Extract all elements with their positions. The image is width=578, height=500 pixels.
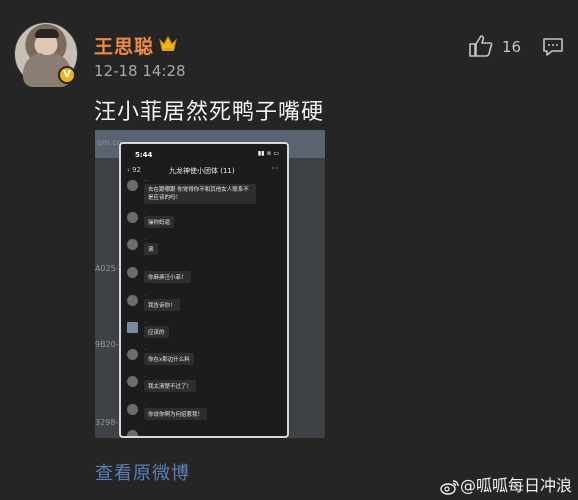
- phone-status-time: 5:44: [135, 151, 153, 159]
- chat-sender-name: ··: [144, 402, 147, 407]
- chat-avatar: [127, 349, 138, 360]
- chat-message: ·· 你说你啊为何招惹我！: [127, 402, 277, 424]
- chat-bubble: 我太清楚不过了！: [144, 380, 197, 392]
- chat-avatar: [127, 267, 138, 278]
- image-side-fragment: A025-: [95, 264, 119, 273]
- image-side-fragment: om.cn: [97, 138, 122, 147]
- post-text: 汪小菲居然死鸭子嘴硬: [94, 100, 325, 125]
- chat-message: ·· 你在x那边什么料: [127, 347, 277, 369]
- chat-message: ··· 应该的: [127, 320, 277, 342]
- chat-bubble: 应该的: [144, 326, 169, 338]
- chat-avatar: [127, 212, 138, 223]
- phone-screenshot: 5:44 ▮▮ ≋ ▭ ‹ 92 九龙神使小团体 (11) ··· ···· 去…: [119, 142, 289, 438]
- chat-avatar: [127, 180, 138, 191]
- chat-message: ·· 我告诉你！: [127, 293, 277, 315]
- chat-bubble: 你麻痹汪小菲！: [144, 271, 191, 283]
- like-count: 16: [502, 38, 522, 56]
- username[interactable]: 王思聪: [94, 32, 154, 59]
- image-side-fragment: 3298-: [95, 418, 119, 427]
- chat-bubble: 我告诉你！: [144, 299, 180, 311]
- chat-more-icon: ···: [271, 164, 279, 173]
- chat-avatar: [127, 295, 138, 306]
- chat-message: ···· 去在跟哪跟 你觉得你不和其他女人联系不是应该的吗！: [127, 178, 277, 206]
- post-image[interactable]: om.cn A025- 9B20- 3298- 5:44 ▮▮ ≋ ▭ ‹ 92…: [95, 130, 325, 438]
- avatar-hair: [35, 29, 59, 38]
- chat-bubble: 滚: [144, 243, 158, 255]
- chat-avatar: [127, 239, 138, 250]
- chat-bubble: 操你妈逼: [144, 216, 175, 228]
- chat-group-title: 九龙神使小团体 (11): [169, 167, 235, 175]
- chat-sender-name: ··: [144, 293, 147, 298]
- phone-status-icons: ▮▮ ≋ ▭: [257, 150, 279, 157]
- crown-icon: [159, 35, 177, 51]
- chat-bubble: 你在x那边什么料: [144, 353, 194, 365]
- chat-avatar: [127, 430, 138, 436]
- chat-bubble: 你说你啊为何招惹我！: [144, 408, 208, 420]
- chat-sender-name: ····: [144, 178, 150, 183]
- comment-icon[interactable]: [542, 37, 564, 57]
- watermark-text: @呱呱每日冲浪: [460, 476, 573, 495]
- chat-bubble: 去在跟哪跟 你觉得你不和其他女人联系不是应该的吗！: [144, 184, 256, 204]
- image-side-fragment: 9B20-: [95, 340, 119, 349]
- chat-message: ·· 我太清楚不过了！: [127, 374, 277, 396]
- chat-sender-name: ··: [144, 265, 147, 270]
- view-original-link[interactable]: 查看原微博: [95, 459, 190, 485]
- chat-message: ·· 你麻痹汪小菲！: [127, 265, 277, 287]
- chat-back-count: 92: [132, 166, 141, 174]
- chat-avatar: [127, 322, 138, 333]
- chat-message: ·· 操你妈逼: [127, 210, 277, 232]
- chat-sender-name: ··: [144, 237, 147, 242]
- chat-avatar: [127, 376, 138, 387]
- verified-badge-icon: V: [58, 66, 76, 84]
- chat-sender-name: ···: [144, 320, 148, 325]
- watermark: @呱呱每日冲浪: [440, 472, 572, 496]
- chat-sender-name: ··: [144, 210, 147, 215]
- chat-avatar: [127, 404, 138, 415]
- chat-message: [127, 428, 277, 436]
- chat-back-button: ‹ 92: [127, 166, 141, 174]
- chat-sender-name: ··: [144, 374, 147, 379]
- weibo-logo-icon: [440, 479, 459, 495]
- chat-sender-name: ··: [144, 347, 147, 352]
- chat-message: ·· 滚: [127, 237, 277, 259]
- thumbs-up-icon[interactable]: [468, 34, 494, 58]
- post-timestamp: 12-18 14:28: [94, 62, 186, 80]
